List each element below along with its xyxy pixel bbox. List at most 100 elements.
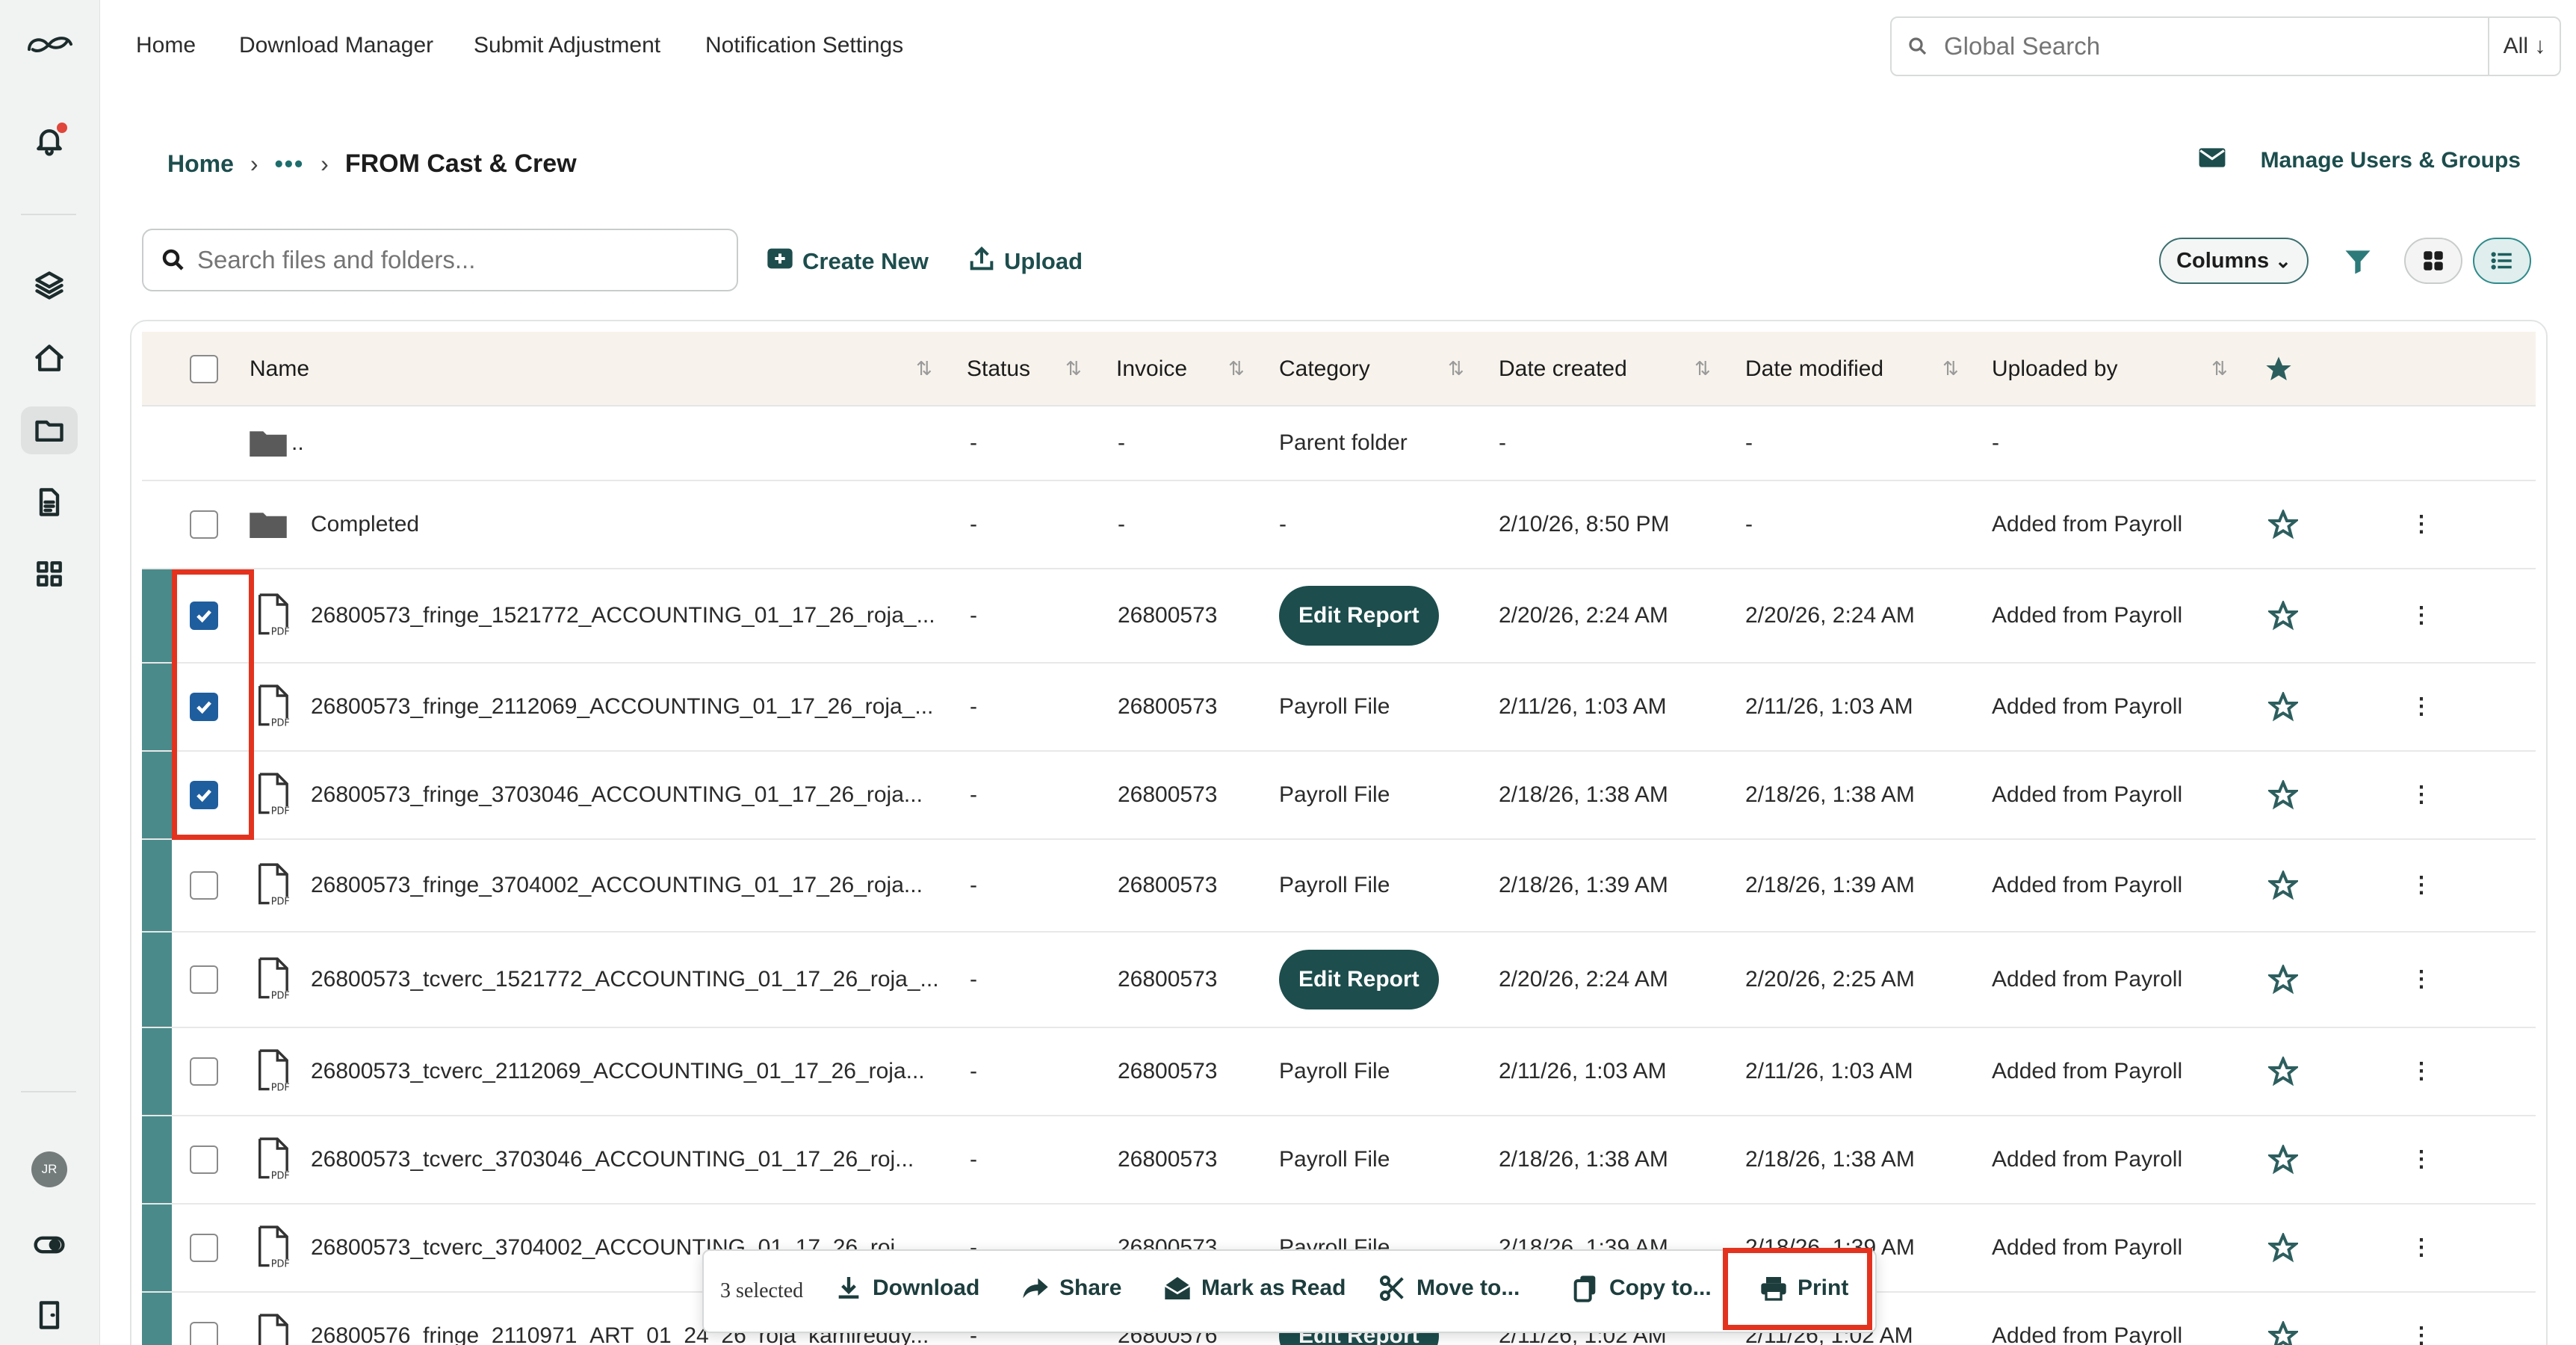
nav-download-manager[interactable]: Download Manager [239, 33, 433, 58]
edit-report-button[interactable]: Edit Report [1279, 586, 1439, 646]
invoice-link[interactable]: 26800573 [1118, 569, 1217, 662]
header-status[interactable]: Status [967, 332, 1030, 406]
more-options-icon[interactable]: ⋮ [2410, 664, 2433, 750]
edit-report-button[interactable]: Edit Report [1279, 950, 1439, 1009]
home-icon[interactable] [30, 339, 69, 378]
star-icon[interactable] [2268, 1293, 2298, 1345]
modified-cell: 2/18/26, 1:38 AM [1745, 1147, 1915, 1172]
sort-icon[interactable]: ⇅ [1694, 357, 1717, 381]
folder-icon[interactable] [21, 406, 78, 454]
star-icon[interactable] [2268, 752, 2298, 838]
table-row[interactable]: PDF 26800573_tcverc_1521772_ACCOUNTING_0… [142, 933, 2536, 1028]
star-icon[interactable] [2268, 569, 2298, 662]
file-name[interactable]: 26800573_fringe_1521772_ACCOUNTING_01_17… [311, 569, 935, 662]
sort-icon[interactable]: ⇅ [1228, 357, 1251, 381]
columns-dropdown[interactable]: Columns ⌄ [2159, 238, 2309, 284]
upload-button[interactable]: Upload [967, 244, 1083, 279]
table-row[interactable]: Completed - - - 2/10/26, 8:50 PM - Added… [142, 481, 2536, 569]
sort-icon[interactable]: ⇅ [1448, 357, 1470, 381]
apps-grid-icon[interactable] [30, 554, 69, 593]
grid-view-toggle[interactable] [2404, 238, 2462, 284]
nav-notification-settings[interactable]: Notification Settings [705, 33, 903, 58]
file-name[interactable]: 26800573_fringe_3703046_ACCOUNTING_01_17… [311, 752, 923, 838]
uploaded-by-cell: Added from Payroll [1992, 782, 2183, 807]
download-button[interactable]: Download [834, 1273, 979, 1303]
invoice-link[interactable]: 26800573 [1118, 933, 1217, 1027]
more-options-icon[interactable]: ⋮ [2410, 481, 2433, 568]
share-button[interactable]: Share [1021, 1273, 1121, 1303]
global-search-input[interactable] [1944, 32, 2488, 61]
header-category[interactable]: Category [1279, 332, 1370, 406]
more-options-icon[interactable]: ⋮ [2410, 1205, 2433, 1291]
more-options-icon[interactable]: ⋮ [2410, 1293, 2433, 1345]
sort-icon[interactable]: ⇅ [1065, 357, 1088, 381]
file-name[interactable]: 26800573_tcverc_3703046_ACCOUNTING_01_17… [311, 1116, 914, 1203]
file-name[interactable]: 26800573_tcverc_2112069_ACCOUNTING_01_17… [311, 1028, 925, 1115]
row-checkbox[interactable] [190, 1293, 218, 1345]
header-date-modified[interactable]: Date modified [1745, 332, 1883, 406]
more-options-icon[interactable]: ⋮ [2410, 933, 2433, 1027]
row-checkbox[interactable] [190, 1116, 218, 1203]
header-date-created[interactable]: Date created [1499, 332, 1627, 406]
more-options-icon[interactable]: ⋮ [2410, 1116, 2433, 1203]
table-row[interactable]: PDF 26800573_tcverc_2112069_ACCOUNTING_0… [142, 1028, 2536, 1116]
header-invoice[interactable]: Invoice [1116, 332, 1187, 406]
nav-submit-adjustment[interactable]: Submit Adjustment [474, 33, 660, 58]
breadcrumb-home[interactable]: Home [167, 150, 234, 178]
create-new-button[interactable]: Create New [765, 244, 929, 279]
row-checkbox[interactable] [190, 840, 218, 931]
more-options-icon[interactable]: ⋮ [2410, 840, 2433, 931]
table-row[interactable]: PDF 26800573_tcverc_3703046_ACCOUNTING_0… [142, 1116, 2536, 1205]
manage-users-link[interactable]: Manage Users & Groups [2198, 146, 2521, 175]
star-icon[interactable] [2268, 1205, 2298, 1291]
bell-icon[interactable] [30, 121, 69, 160]
mark-as-read-button[interactable]: Mark as Read [1162, 1273, 1346, 1303]
row-checkbox[interactable] [190, 1028, 218, 1115]
exit-door-icon[interactable] [30, 1296, 69, 1335]
search-scope-dropdown[interactable]: All ↓ [2488, 18, 2560, 75]
more-options-icon[interactable]: ⋮ [2410, 569, 2433, 662]
grid-icon [2424, 251, 2443, 270]
sort-icon[interactable]: ⇅ [916, 357, 938, 381]
logo-icon[interactable] [22, 24, 78, 63]
header-name[interactable]: Name [250, 332, 309, 406]
star-icon[interactable] [2268, 1116, 2298, 1203]
parent-folder-name[interactable]: .. [291, 406, 304, 480]
star-icon[interactable] [2268, 481, 2298, 568]
row-checkbox[interactable] [190, 1205, 218, 1291]
star-icon[interactable] [2268, 664, 2298, 750]
nav-home[interactable]: Home [136, 33, 196, 58]
document-icon[interactable] [30, 483, 69, 522]
select-all-checkbox[interactable] [190, 332, 218, 406]
avatar[interactable]: JR [31, 1151, 67, 1187]
filter-icon[interactable] [2341, 245, 2374, 278]
category-cell: Payroll File [1279, 1147, 1390, 1172]
move-to-button[interactable]: Move to... [1378, 1273, 1520, 1303]
list-view-toggle[interactable] [2473, 238, 2531, 284]
table-row-parent[interactable]: .. - - Parent folder - - - [142, 406, 2536, 481]
more-options-icon[interactable]: ⋮ [2410, 1028, 2433, 1115]
layers-icon[interactable] [30, 266, 69, 305]
copy-to-button[interactable]: Copy to... [1570, 1273, 1712, 1303]
table-row[interactable]: PDF 26800573_fringe_3704002_ACCOUNTING_0… [142, 840, 2536, 933]
row-checkbox[interactable] [190, 481, 218, 568]
table-row[interactable]: PDF 26800573_fringe_3703046_ACCOUNTING_0… [142, 752, 2536, 840]
file-search-input[interactable] [197, 246, 737, 274]
file-name[interactable]: 26800573_fringe_2112069_ACCOUNTING_01_17… [311, 664, 933, 750]
row-checkbox[interactable] [190, 933, 218, 1027]
table-row[interactable]: PDF 26800573_fringe_1521772_ACCOUNTING_0… [142, 569, 2536, 664]
file-name[interactable]: 26800573_tcverc_1521772_ACCOUNTING_01_17… [311, 933, 939, 1027]
table-row[interactable]: PDF 26800573_fringe_2112069_ACCOUNTING_0… [142, 664, 2536, 752]
more-options-icon[interactable]: ⋮ [2410, 752, 2433, 838]
breadcrumb-ellipsis[interactable]: ••• [275, 150, 305, 178]
star-icon[interactable] [2268, 933, 2298, 1027]
file-name[interactable]: 26800573_fringe_3704002_ACCOUNTING_01_17… [311, 840, 923, 931]
header-uploaded-by[interactable]: Uploaded by [1992, 332, 2117, 406]
star-icon[interactable] [2268, 1028, 2298, 1115]
sort-icon[interactable]: ⇅ [1942, 357, 1965, 381]
toggle-icon[interactable] [30, 1225, 69, 1264]
header-star-icon[interactable] [2264, 332, 2294, 406]
star-icon[interactable] [2268, 840, 2298, 931]
sort-icon[interactable]: ⇅ [2211, 357, 2234, 381]
file-name[interactable]: Completed [311, 481, 419, 568]
